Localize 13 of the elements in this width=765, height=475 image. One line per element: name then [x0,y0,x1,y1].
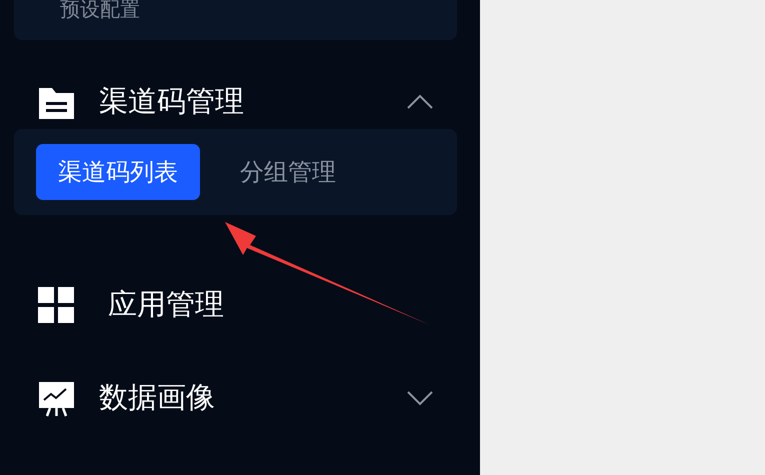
chevron-up-icon[interactable] [407,94,433,110]
menu-item[interactable]: 渠道码管理 [14,71,457,133]
presentation-chart-icon [38,380,75,416]
menu-item[interactable]: 数据画像 [14,367,457,429]
menu-label: 应用管理 [108,286,225,323]
submenu-item[interactable]: 分组管理 [218,144,358,200]
submenu-item[interactable]: 渠道码列表 [36,144,200,200]
grid-icon [38,286,75,324]
menu-item[interactable]: 预设配置 [60,0,140,23]
menu-label: 数据画像 [99,379,216,416]
menu-item[interactable]: 应用管理 [14,274,457,336]
menu-label: 渠道码管理 [99,83,245,120]
chevron-down-icon[interactable] [407,390,433,406]
